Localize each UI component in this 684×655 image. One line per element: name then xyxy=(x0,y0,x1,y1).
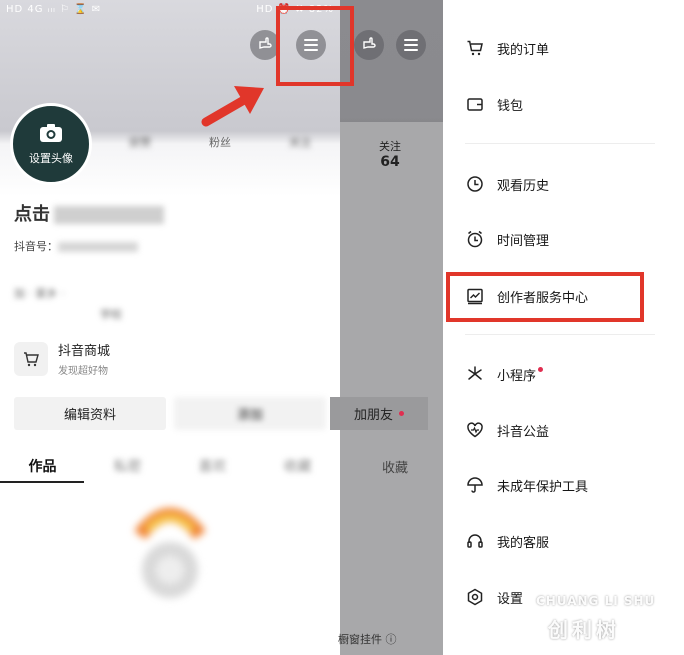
follow-label: 关注 xyxy=(379,140,401,153)
profile-name-prefix: 点击 xyxy=(14,204,50,225)
wallet-icon xyxy=(465,94,485,114)
id-blur xyxy=(58,242,138,252)
notification-dot xyxy=(538,366,544,372)
clock-icon xyxy=(465,174,485,194)
stat-following[interactable]: 关注 xyxy=(260,135,340,151)
tab-works[interactable]: 作品 xyxy=(0,456,85,476)
menu-label-watch-history: 观看历史 xyxy=(497,178,550,194)
add-button-label: 添加 xyxy=(236,408,263,423)
dimmed-profile-strip xyxy=(340,0,443,655)
heart-icon xyxy=(465,420,485,440)
menu-label-customer-service: 我的客服 xyxy=(497,535,550,551)
add-friend-label: 加朋友 xyxy=(353,408,393,423)
stat-fans-label: 粉丝 xyxy=(209,136,231,149)
menu-item-charity[interactable]: 抖音公益 xyxy=(465,417,549,443)
stat-likes-label: 获赞 xyxy=(129,136,151,149)
menu-button-dimmed xyxy=(396,30,426,60)
menu-item-orders[interactable]: 我的订单 xyxy=(465,35,549,61)
shop-entry[interactable]: 抖音商城 发现超好物 xyxy=(14,340,110,377)
asterisk-icon xyxy=(465,364,485,384)
alarm-icon xyxy=(465,229,485,249)
visitors-button-dimmed xyxy=(354,30,384,60)
cart-icon xyxy=(465,38,485,58)
watermark-english: CHUANG LI SHU xyxy=(536,594,656,608)
menu-label-time-management: 时间管理 xyxy=(497,233,550,249)
menu-label-charity: 抖音公益 xyxy=(497,424,550,440)
tab-likes[interactable]: 喜欢 xyxy=(170,456,255,476)
side-drawer-menu: 我的订单 钱包 观看历史 时间管理 创作者服务中心 小程序 抖音公益 未成年保护… xyxy=(443,0,684,655)
umbrella-icon xyxy=(465,475,485,495)
headset-icon xyxy=(465,531,485,551)
tab-private[interactable]: 私密 xyxy=(85,456,170,476)
avatar-upload[interactable]: 设置头像 xyxy=(10,103,92,185)
add-friend-button: 加朋友 xyxy=(330,397,428,430)
menu-divider xyxy=(465,143,655,144)
edit-profile-button[interactable]: 编辑资料 xyxy=(14,397,166,430)
camera-icon xyxy=(39,123,63,150)
menu-item-watch-history[interactable]: 观看历史 xyxy=(465,171,549,197)
stat-likes[interactable]: 获赞 xyxy=(100,135,180,151)
watermark-chinese: 创利树 xyxy=(548,618,620,642)
menu-label-wallet: 钱包 xyxy=(497,98,524,114)
status-bar-left: HD 4G ᵢₗₗ ⚐ ⌛ ✉ xyxy=(6,3,102,15)
profile-info-line-1: 加 · 家乡 · xyxy=(14,287,65,300)
widget-label: 橱窗挂件 ⓘ xyxy=(338,633,397,646)
notification-dot xyxy=(399,411,404,416)
menu-label-orders: 我的订单 xyxy=(497,42,550,58)
menu-item-time-management[interactable]: 时间管理 xyxy=(465,226,549,252)
highlight-creator-center xyxy=(446,272,644,322)
profile-info-line-2: 学校 xyxy=(100,308,122,321)
tab-favorites[interactable]: 收藏 xyxy=(255,456,340,476)
stat-following-label: 关注 xyxy=(289,136,311,149)
name-blur xyxy=(54,206,164,224)
profile-stats: 获赞 粉丝 关注 xyxy=(100,135,340,151)
watermark-logo-icon xyxy=(482,605,531,644)
shopping-cart-icon xyxy=(14,341,48,376)
tab-collect-dimmed: 收藏 xyxy=(382,461,409,476)
shop-subtitle: 发现超好物 xyxy=(58,366,108,377)
menu-item-customer-service[interactable]: 我的客服 xyxy=(465,528,549,554)
highlight-menu-button xyxy=(276,6,354,86)
menu-divider xyxy=(465,334,655,335)
avatar-label: 设置头像 xyxy=(29,151,73,165)
profile-id: 抖音号： xyxy=(14,238,138,254)
stat-fans[interactable]: 粉丝 xyxy=(180,135,260,151)
menu-label-mini-programs: 小程序 xyxy=(497,368,537,384)
tab-underline xyxy=(0,481,84,483)
follow-value: 64 xyxy=(380,154,400,170)
hand-icon xyxy=(257,35,273,55)
profile-action-row: 编辑资料 添加 xyxy=(14,397,340,430)
profile-tabs: 作品 私密 喜欢 收藏 xyxy=(0,448,340,484)
dimmed-card xyxy=(340,122,443,655)
shop-title: 抖音商城 xyxy=(58,344,111,359)
menu-item-minor-protection[interactable]: 未成年保护工具 xyxy=(465,472,588,498)
stat-follow-dimmed: 关注 64 xyxy=(365,138,415,170)
menu-item-wallet[interactable]: 钱包 xyxy=(465,91,523,117)
menu-label-minor-protection: 未成年保护工具 xyxy=(497,479,589,495)
composite-screenshot: HD 4G ᵢₗₗ ⚐ ⌛ ✉ HD ⏰ ✖ 82% 设置头像 获赞 粉丝 关注… xyxy=(0,0,684,655)
add-button[interactable]: 添加 xyxy=(174,397,326,430)
profile-id-prefix: 抖音号： xyxy=(14,240,58,253)
arrow-icon xyxy=(201,86,264,127)
watermark: CHUANG LI SHU 创利树 xyxy=(478,590,684,652)
edit-profile-label: 编辑资料 xyxy=(63,408,116,423)
profile-name[interactable]: 点击 xyxy=(14,200,164,226)
hand-icon xyxy=(361,35,377,55)
menu-item-mini-programs[interactable]: 小程序 xyxy=(465,361,544,387)
hamburger-icon xyxy=(404,36,418,55)
empty-state-illustration xyxy=(134,508,206,598)
profile-screen: HD 4G ᵢₗₗ ⚐ ⌛ ✉ HD ⏰ ✖ 82% 设置头像 获赞 粉丝 关注… xyxy=(0,0,340,655)
